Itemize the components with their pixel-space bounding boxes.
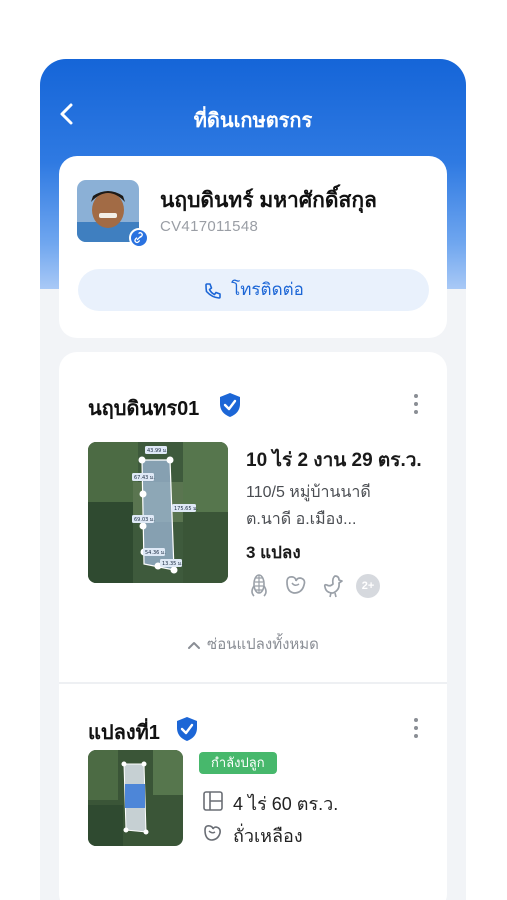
verified-shield-icon <box>177 717 197 741</box>
map-length-label: 54.36 ม. <box>145 550 166 556</box>
more-options-icon[interactable] <box>412 392 420 416</box>
more-crops-badge: 2+ <box>356 574 380 598</box>
soybean-icon <box>286 576 306 594</box>
area-icon <box>203 791 223 811</box>
more-options-icon[interactable] <box>412 716 420 740</box>
farm-area: 10 ไร่ 2 งาน 29 ตร.ว. <box>246 450 422 471</box>
map-length-label: 67.43 ม. <box>134 475 155 481</box>
plot-count: 3 แปลง <box>246 543 301 562</box>
map-length-label: 175.65 ม. <box>174 506 198 512</box>
farm-card: นฤบดินทร01 43.99 ม. 67.43 ม. 175.65 ม. 6… <box>59 352 447 900</box>
hide-all-plots-toggle[interactable]: ซ่อนแปลงทั้งหมด <box>59 632 447 656</box>
farmer-id: CV417011548 <box>160 218 259 235</box>
status-badge: กำลังปลูก <box>199 752 277 774</box>
call-button-label: โทรติดต่อ <box>231 280 304 299</box>
map-length-label: 13.35 ม. <box>162 561 183 567</box>
phone-icon <box>205 282 221 299</box>
farm-satellite-map[interactable]: 43.99 ม. 67.43 ม. 175.65 ม. 69.03 ม. 54.… <box>88 442 228 583</box>
plot-satellite-map[interactable] <box>88 750 183 846</box>
farm-address-line2: ต.นาดี อ.เมือง... <box>246 511 357 528</box>
hide-all-plots-label: ซ่อนแปลงทั้งหมด <box>207 636 319 653</box>
verified-shield-icon <box>220 393 240 417</box>
divider <box>59 682 447 684</box>
plot-area: 4 ไร่ 60 ตร.ว. <box>233 794 339 814</box>
soybean-icon <box>204 825 221 841</box>
page-title: ที่ดินเกษตรกร <box>193 110 313 132</box>
map-length-label: 43.99 ม. <box>147 448 168 454</box>
farmer-name: นฤบดินทร์ มหาศักดิ์สกุล <box>160 189 377 212</box>
farm-name: นฤบดินทร01 <box>88 398 200 420</box>
plot-name: แปลงที่1 <box>88 722 160 744</box>
chicken-icon <box>323 575 343 598</box>
app-screen: ที่ดินเกษตรกร นฤบดินทร์ มหาศักดิ์สกุล CV… <box>40 59 466 900</box>
farm-address-line1: 110/5 หมู่บ้านนาดี <box>246 484 371 501</box>
chevron-up-icon <box>188 642 201 650</box>
call-button[interactable]: โทรติดต่อ <box>78 269 429 311</box>
link-icon <box>129 228 149 248</box>
map-length-label: 69.03 ม. <box>134 517 155 523</box>
plot-crop: ถั่วเหลือง <box>233 826 303 846</box>
farmer-profile-card: นฤบดินทร์ มหาศักดิ์สกุล CV417011548 โทรต… <box>59 156 447 338</box>
corn-icon <box>251 574 267 597</box>
